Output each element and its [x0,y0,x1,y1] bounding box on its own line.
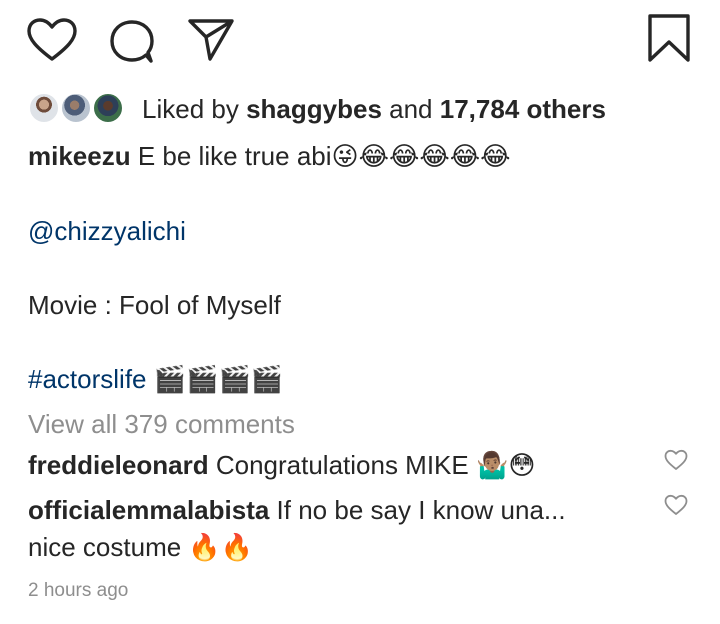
comment-row: freddieleonard Congratulations MIKE 🤷🏽‍♂… [28,450,535,480]
caption-hashtag-line: #actorslife 🎬🎬🎬🎬 [28,364,283,394]
like-icon[interactable] [26,17,78,63]
likes-connector: and [389,94,433,124]
likes-prefix: Liked by [142,94,239,124]
comment-text: If no be say I know una... [276,495,566,525]
post-timestamp: 2 hours ago [28,580,129,601]
hashtag-emoji: 🎬🎬🎬🎬 [153,364,284,394]
comment-emoji: 🔥🔥 [188,532,254,562]
caption-line: mikeezu E be like true abi😜😂😂😂😂😂 [28,141,511,171]
share-icon[interactable] [186,16,236,62]
comment-text: nice costume [28,532,182,562]
avatar [92,92,124,124]
caption-hashtag[interactable]: #actorslife [28,364,147,394]
comment-text: Congratulations MIKE [215,450,469,480]
caption-username[interactable]: mikeezu [28,141,131,171]
comment-icon[interactable] [108,18,156,64]
liked-by-avatars[interactable] [28,92,128,124]
likes-count[interactable]: 17,784 others [440,94,606,124]
comment-like-icon[interactable] [664,494,688,516]
view-all-comments-link[interactable]: View all 379 comments [28,409,295,439]
save-icon[interactable] [646,13,692,63]
caption-mention[interactable]: @chizzyalichi [28,216,186,246]
caption-text: E be like true abi [137,141,332,171]
caption-emoji: 😜😂😂😂😂😂 [331,141,511,171]
avatar [28,92,60,124]
liked-by-user[interactable]: shaggybes [246,94,382,124]
comment-username[interactable]: freddieleonard [28,450,209,480]
likes-summary[interactable]: Liked by shaggybes and 17,784 others [142,94,606,124]
avatar [60,92,92,124]
comment-like-icon[interactable] [664,449,688,471]
comment-username[interactable]: officialemmalabista [28,495,269,525]
caption-movie-line: Movie : Fool of Myself [28,290,281,320]
comment-emoji: 🤷🏽‍♂️😳 [475,450,536,480]
comment-continuation: nice costume 🔥🔥 [28,532,253,562]
comment-row: officialemmalabista If no be say I know … [28,495,566,525]
